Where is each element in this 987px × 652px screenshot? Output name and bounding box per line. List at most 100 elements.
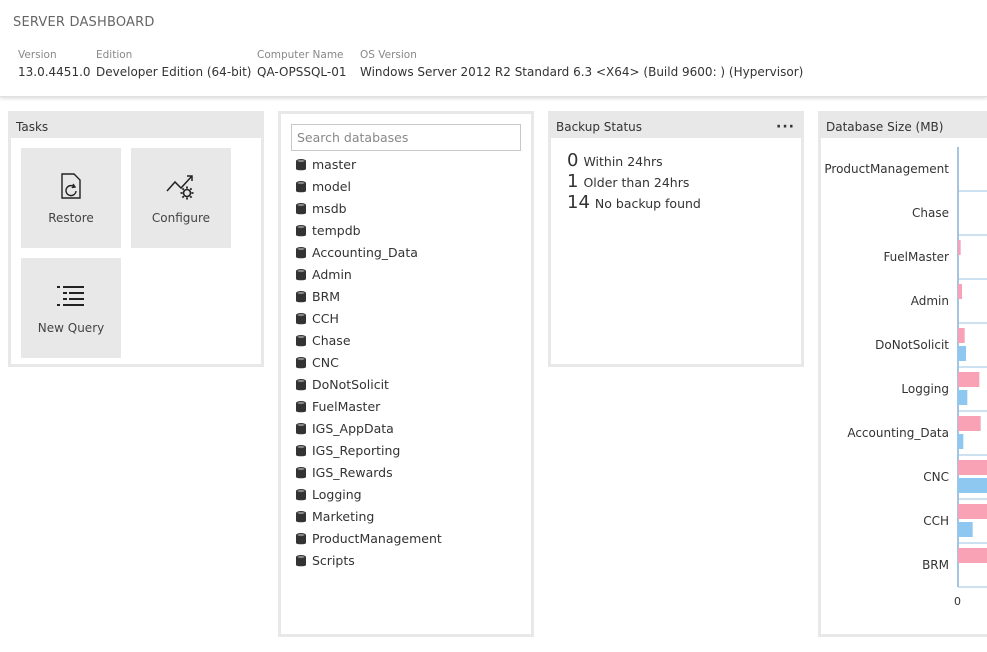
database-name: FuelMaster [312,399,381,414]
property-label: Computer Name [257,49,344,61]
backup-status-header: Backup Status ··· [551,114,801,138]
property-value: Developer Edition (64-bit) [96,65,252,79]
backup-label: Within 24hrs [583,154,663,169]
database-icon [296,313,306,325]
database-item[interactable]: IGS_Reporting [295,440,442,462]
database-item[interactable]: Logging [295,484,442,506]
database-item[interactable]: BRM [295,286,442,308]
property-edition: Edition Developer Edition (64-bit) [96,49,251,79]
database-name: ProductManagement [312,531,442,546]
database-item[interactable]: IGS_Rewards [295,462,442,484]
restore-icon [54,171,88,205]
database-item[interactable]: IGS_AppData [295,418,442,440]
database-item[interactable]: Chase [295,330,442,352]
database-icon [296,489,306,501]
x-tick-label: 0 [954,595,961,608]
database-name: IGS_Reporting [312,443,401,458]
database-icon [296,181,306,193]
database-item[interactable]: ProductManagement [295,528,442,550]
database-name: model [312,179,351,194]
database-item[interactable]: Admin [295,264,442,286]
property-value: Windows Server 2012 R2 Standard 6.3 <X64… [360,65,804,79]
bar-DoNotSolicit-series-1 [958,328,965,343]
database-item[interactable]: Marketing [295,506,442,528]
database-name: CNC [312,355,339,370]
server-dashboard-header: SERVER DASHBOARD Version 13.0.4451.0 Edi… [0,0,987,97]
property-label: Version [18,49,57,61]
bar-BRM-series-1 [958,548,987,563]
database-item[interactable]: CNC [295,352,442,374]
y-tick-label: Chase [912,206,949,220]
database-icon [296,291,306,303]
database-icon [296,401,306,413]
bar-CCH-series-1 [958,504,987,519]
new-query-button[interactable]: New Query [21,258,121,358]
configure-button[interactable]: Configure [131,148,231,248]
property-os-version: OS Version Windows Server 2012 R2 Standa… [360,49,803,79]
database-item[interactable]: FuelMaster [295,396,442,418]
database-icon [296,423,306,435]
backup-count: 0 [567,150,579,171]
backup-status-panel: Backup Status ··· 0 Within 24hrs 1 Older t… [548,111,804,367]
database-size-panel: Database Size (MB) ProductManagement Chas… [818,111,987,637]
new-query-icon [54,281,88,315]
database-name: Marketing [312,509,375,524]
restore-label: Restore [48,211,94,225]
database-item[interactable]: model [295,176,442,198]
restore-button[interactable]: Restore [21,148,121,248]
backup-label: Older than 24hrs [583,175,690,190]
y-tick-label: CCH [923,514,949,528]
database-icon [296,379,306,391]
bar-FuelMaster-series-1 [958,240,961,255]
y-tick-label: DoNotSolicit [875,338,949,352]
bar-CNC-series-2 [958,478,987,493]
database-icon [296,203,306,215]
database-item[interactable]: CCH [295,308,442,330]
property-label: OS Version [360,49,417,61]
database-item[interactable]: msdb [295,198,442,220]
database-name: DoNotSolicit [312,377,389,392]
database-icon [296,335,306,347]
database-icon [296,555,306,567]
database-item[interactable]: master [295,154,442,176]
database-list: master model msdb tempdb Accounting_Data Admi… [295,154,442,572]
database-icon [296,445,306,457]
y-tick-label: CNC [923,470,949,484]
backup-stat-older-than-24hrs: 1 Older than 24hrs [567,171,689,192]
property-value: QA-OPSSQL-01 [257,65,347,79]
database-item[interactable]: DoNotSolicit [295,374,442,396]
search-databases-input[interactable] [291,124,521,151]
new-query-label: New Query [37,321,105,335]
database-icon [296,533,306,545]
database-icon [296,225,306,237]
tasks-title: Tasks [11,114,261,138]
database-icon [296,357,306,369]
database-name: IGS_Rewards [312,465,393,480]
database-item[interactable]: Scripts [295,550,442,572]
database-icon [296,269,306,281]
tasks-panel: Tasks Restore Configure New Query [8,111,264,367]
database-size-chart: ProductManagement Chase FuelMaster Admin DoN… [821,138,987,637]
y-tick-label: Accounting_Data [847,426,949,440]
backup-stat-no-backup: 14 No backup found [567,192,701,213]
bar-Logging-series-1 [958,372,980,387]
database-item[interactable]: tempdb [295,220,442,242]
database-icon [296,247,306,259]
backup-stat-within-24hrs: 0 Within 24hrs [567,150,663,171]
databases-panel: master model msdb tempdb Accounting_Data Admi… [278,111,534,637]
y-tick-label: BRM [922,558,949,572]
backup-count: 1 [567,171,579,192]
backup-count: 14 [567,192,590,213]
backup-status-title: Backup Status [556,120,643,134]
property-value: 13.0.4451.0 [18,65,91,79]
property-computer-name: Computer Name QA-OPSSQL-01 [257,49,347,79]
y-tick-label: Admin [910,294,949,308]
database-icon [296,467,306,479]
database-icon [296,511,306,523]
bar-Logging-series-2 [958,390,968,405]
database-name: CCH [312,311,339,326]
more-options-icon[interactable]: ··· [776,114,795,140]
bar-CCH-series-2 [958,522,973,537]
backup-label: No backup found [594,196,701,211]
database-item[interactable]: Accounting_Data [295,242,442,264]
